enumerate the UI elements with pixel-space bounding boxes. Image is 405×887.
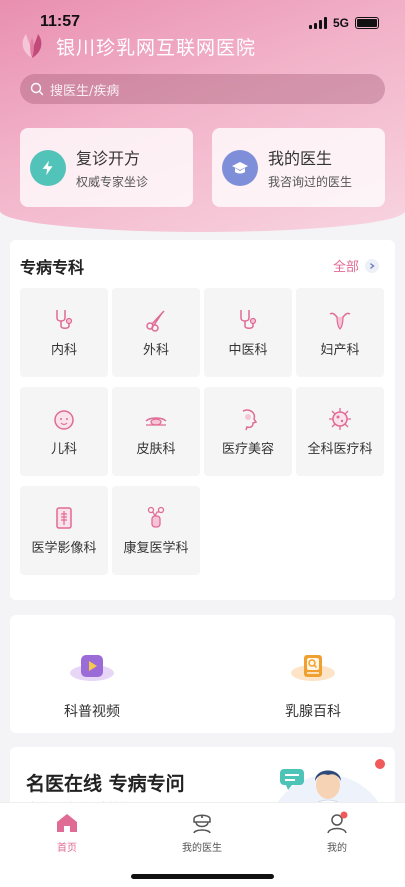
xray-icon — [56, 507, 72, 529]
department-item[interactable]: 外科 — [112, 288, 200, 377]
search-placeholder: 搜医生/疾病 — [50, 83, 120, 99]
department-label: 儿科 — [50, 442, 77, 457]
view-all-departments-link[interactable]: 全部 — [333, 256, 379, 275]
chevron-right-icon — [365, 258, 379, 273]
app-logo-icon — [22, 34, 42, 58]
scissors-icon — [146, 310, 165, 332]
department-item[interactable]: 中医科 — [204, 288, 292, 377]
card-title: 复诊开方 — [76, 149, 141, 168]
tools-section: 科普视频 乳腺百科 — [10, 615, 395, 733]
virus-icon — [329, 408, 351, 430]
tab-me[interactable]: 我的 — [297, 811, 377, 854]
video-play-icon — [70, 651, 114, 681]
department-label: 全科医疗科 — [307, 442, 373, 457]
face-profile-icon — [242, 409, 258, 431]
department-label: 医疗美容 — [221, 442, 274, 457]
nurse-icon — [193, 814, 211, 834]
encyclopedia-icon — [291, 651, 335, 681]
lightning-icon — [30, 149, 66, 186]
department-item[interactable]: 儿科 — [20, 387, 108, 476]
card-subtitle: 我咨询过的医生 — [268, 175, 353, 189]
baby-face-icon — [54, 410, 74, 430]
department-label: 外科 — [142, 343, 169, 358]
section-title: 专病专科 — [20, 258, 85, 277]
tab-label: 我的医生 — [182, 843, 222, 854]
my-doctor-card[interactable]: 我的医生 我咨询过的医生 — [212, 128, 385, 207]
tool-label: 乳腺百科 — [285, 704, 341, 720]
stethoscope-icon — [56, 310, 73, 329]
tool-label: 科普视频 — [64, 704, 120, 720]
battery-icon — [355, 17, 379, 29]
view-all-label: 全部 — [332, 260, 359, 275]
tab-my-doctor[interactable]: 我的医生 — [162, 811, 242, 854]
search-bar[interactable]: 搜医生/疾病 — [20, 74, 385, 104]
renew-prescription-card[interactable]: 复诊开方 权威专家坐诊 — [20, 128, 193, 207]
department-item[interactable]: 内科 — [20, 288, 108, 377]
department-grid: 内科 外科 中医科 妇产科 儿科 皮肤科 医疗美容 全科医疗科 医学影像科 康复… — [20, 288, 385, 575]
banner-title: 名医在线 专病专问 — [26, 773, 185, 795]
department-section: 专病专科 全部 内科 外科 中医科 妇产科 儿科 皮肤科 医疗美容 全科医疗科 … — [10, 240, 395, 600]
department-label: 内科 — [50, 343, 77, 358]
tab-label: 我的 — [327, 843, 347, 854]
department-label: 皮肤科 — [136, 442, 176, 457]
stethoscope-icon — [240, 310, 257, 329]
home-icon — [57, 814, 77, 832]
tab-home[interactable]: 首页 — [27, 811, 107, 854]
science-video-entry[interactable]: 科普视频 — [32, 651, 152, 721]
department-item[interactable]: 医疗美容 — [204, 387, 292, 476]
signal-icon — [308, 17, 327, 29]
department-label: 妇产科 — [320, 343, 360, 358]
user-icon — [327, 811, 348, 834]
status-icons: 5G — [308, 16, 379, 30]
skin-icon — [145, 417, 167, 426]
brand-header: 银川珍乳网互联网医院 — [16, 30, 256, 62]
card-title: 我的医生 — [268, 149, 333, 168]
card-subtitle: 权威专家坐诊 — [76, 175, 149, 189]
tab-label: 首页 — [57, 843, 77, 854]
status-time: 11:57 — [40, 13, 81, 30]
department-item[interactable]: 全科医疗科 — [296, 387, 384, 476]
department-item[interactable]: 康复医学科 — [112, 486, 200, 575]
department-item[interactable]: 医学影像科 — [20, 486, 108, 575]
department-label: 康复医学科 — [123, 541, 189, 556]
rehab-icon — [147, 506, 165, 528]
home-indicator — [131, 874, 274, 879]
department-item[interactable]: 皮肤科 — [112, 387, 200, 476]
department-label: 医学影像科 — [31, 541, 97, 556]
app-name: 银川珍乳网互联网医院 — [56, 36, 257, 59]
department-label: 中医科 — [228, 343, 268, 358]
graduation-cap-icon — [222, 149, 258, 186]
breast-encyclopedia-entry[interactable]: 乳腺百科 — [253, 651, 373, 721]
department-item[interactable]: 妇产科 — [296, 288, 384, 377]
uterus-icon — [329, 312, 351, 330]
network-type: 5G — [332, 16, 349, 30]
search-icon — [30, 82, 44, 96]
